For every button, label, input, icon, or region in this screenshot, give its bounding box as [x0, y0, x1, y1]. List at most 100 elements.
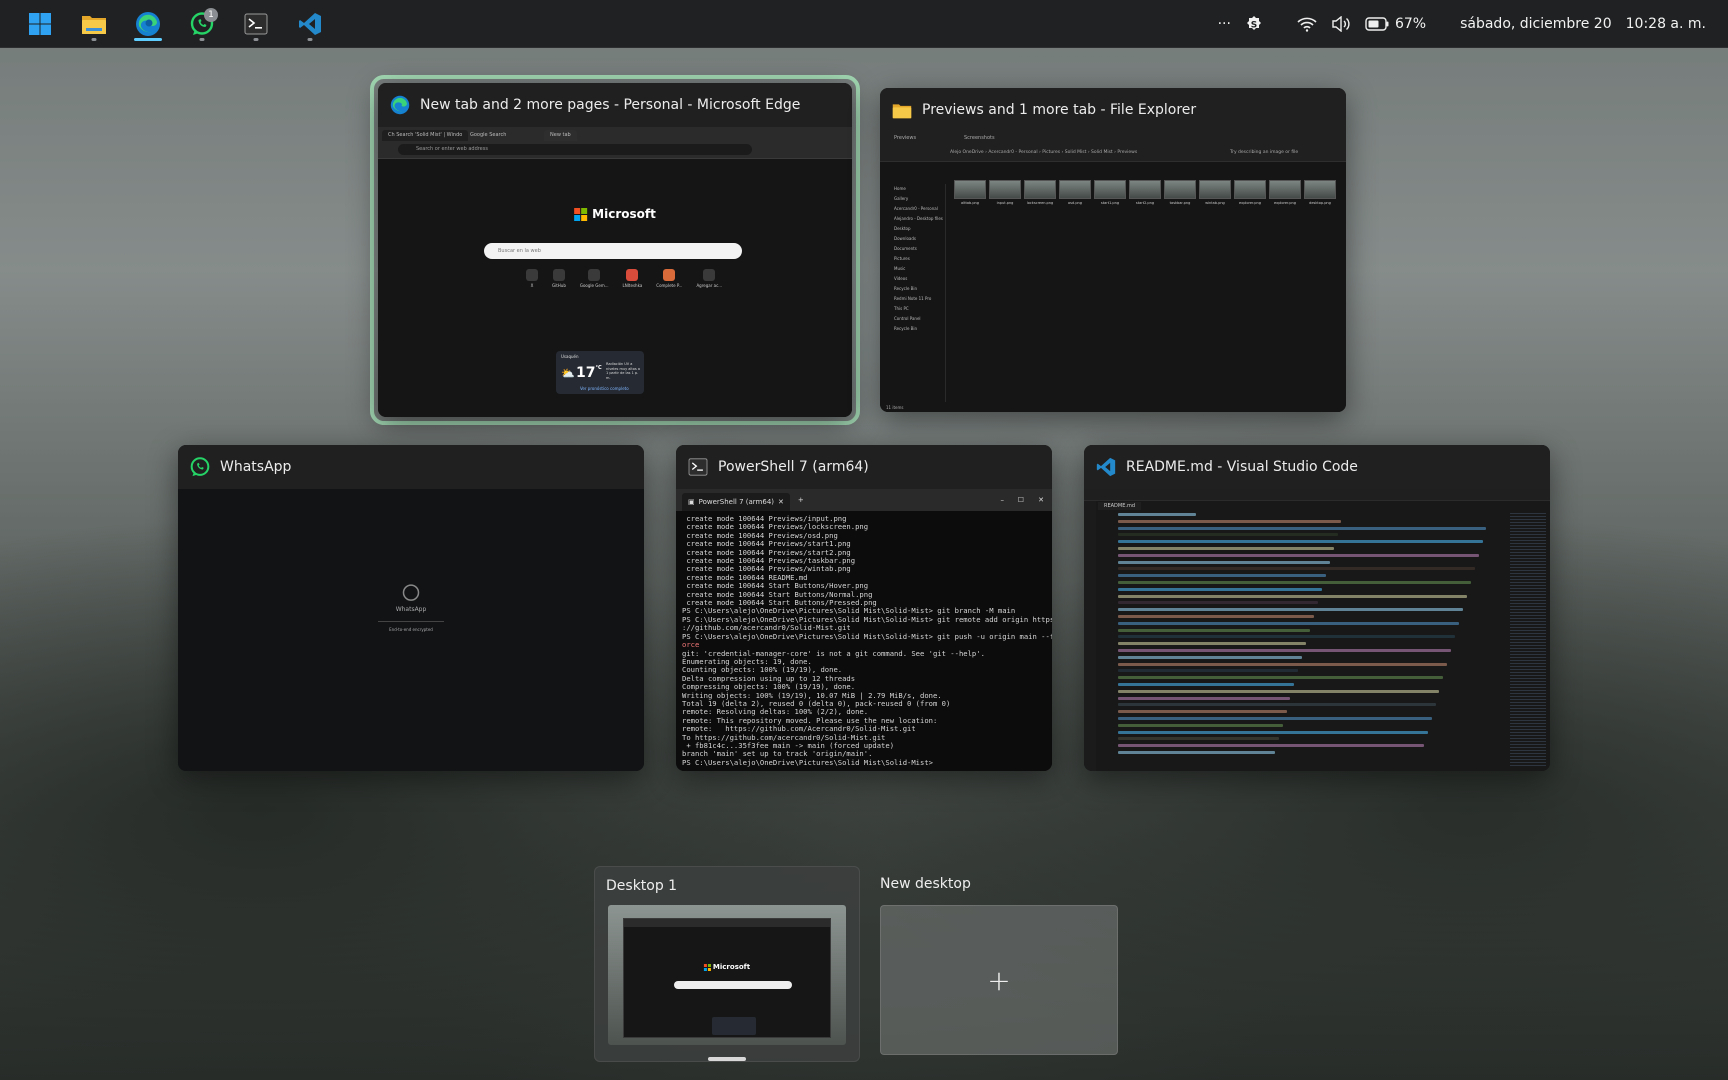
- microsoft-squares-icon: [703, 963, 711, 971]
- taskbar-vscode[interactable]: [288, 4, 332, 44]
- notification-badge: 1: [204, 7, 218, 22]
- whatsapp-icon: [190, 457, 210, 477]
- code-line: [1118, 689, 1440, 693]
- battery-percent: 67%: [1394, 15, 1427, 32]
- edge-icon: [136, 11, 160, 36]
- vscode-tab: README.md: [1098, 502, 1142, 510]
- microsoft-logo-text: Microsoft: [592, 207, 656, 221]
- whatsapp-encryption-note: End-to-end encrypted: [389, 627, 433, 632]
- code-line: [1118, 730, 1428, 734]
- code-line: [1118, 567, 1475, 571]
- card-header: Previews and 1 more tab - File Explorer: [880, 88, 1346, 132]
- code-line: [1118, 723, 1283, 727]
- edge-address-bar: Search or enter web address: [398, 144, 752, 155]
- wifi-icon[interactable]: [1297, 16, 1317, 32]
- window-card-vscode[interactable]: README.md - Visual Studio Code README.md: [1084, 445, 1550, 771]
- terminal-icon: [688, 458, 708, 476]
- microsoft-logo-text: Microsoft: [712, 963, 751, 971]
- plus-icon: +: [987, 963, 1011, 997]
- taskbar-edge[interactable]: [126, 4, 170, 44]
- folder-icon: [892, 103, 912, 118]
- window-preview: ▣ PowerShell 7 (arm64) ✕ + – ☐ ✕ create …: [676, 489, 1052, 771]
- battery-icon[interactable]: 67%: [1365, 16, 1426, 32]
- shortcut-tile: LNIteshka: [623, 269, 642, 288]
- taskbar-file-explorer[interactable]: [72, 4, 116, 44]
- code-line: [1118, 513, 1197, 516]
- code-line: [1118, 744, 1424, 748]
- folder-icon: [82, 15, 106, 34]
- window-card-powershell[interactable]: PowerShell 7 (arm64) ▣ PowerShell 7 (arm…: [676, 445, 1052, 771]
- explorer-status: 11 items: [886, 405, 904, 410]
- window-preview: Ch Search 'Solid Mist' | Windo Google Se…: [378, 127, 852, 417]
- volume-icon[interactable]: [1331, 15, 1351, 32]
- code-line: [1118, 710, 1287, 714]
- skype-icon[interactable]: S: [1245, 15, 1263, 33]
- file-thumbnail: start1.png: [1094, 180, 1126, 205]
- terminal-icon: ▣: [688, 498, 695, 506]
- desktop-1-thumbnail[interactable]: Microsoft: [608, 905, 846, 1045]
- overflow-icon[interactable]: ···: [1218, 16, 1231, 32]
- minimize-icon: –: [1000, 496, 1005, 504]
- code-line: [1118, 608, 1463, 612]
- code-line: [1118, 614, 1314, 618]
- window-card-file-explorer[interactable]: Previews and 1 more tab - File Explorer …: [880, 88, 1346, 412]
- window-preview: Previews Screenshots Alejo OneDrive › Ac…: [880, 132, 1346, 412]
- code-line: [1118, 594, 1467, 598]
- file-thumbnail: explorer.png: [1269, 180, 1301, 205]
- file-thumbnail: lockscreen.png: [1024, 180, 1056, 205]
- code-line: [1118, 587, 1322, 591]
- cloud-sun-icon: ⛅: [561, 367, 575, 380]
- code-line: [1118, 750, 1275, 754]
- terminal-icon: [244, 13, 268, 34]
- vscode-editor: [1118, 513, 1510, 771]
- explorer-search: Try describing an image or file: [1230, 150, 1299, 155]
- file-thumbnail: desktop.png: [1304, 180, 1336, 205]
- edge-icon: [390, 95, 410, 115]
- start-button[interactable]: [18, 4, 62, 44]
- weather-temp: 17°C: [576, 365, 602, 381]
- weather-note: Radiación UV a niveles muy altos a 1 par…: [606, 362, 641, 380]
- taskbar-whatsapp[interactable]: 1: [180, 4, 224, 44]
- taskbar-terminal[interactable]: [234, 4, 278, 44]
- new-tab-icon: +: [797, 496, 804, 504]
- window-card-edge[interactable]: New tab and 2 more pages - Personal - Mi…: [378, 83, 852, 417]
- vscode-icon: [299, 12, 321, 35]
- file-thumbnail: input.png: [989, 180, 1021, 205]
- window-title: Previews and 1 more tab - File Explorer: [922, 102, 1197, 118]
- weather-link: Ver pronóstico completo: [580, 386, 629, 391]
- close-icon: ✕: [778, 498, 784, 506]
- window-title: README.md - Visual Studio Code: [1126, 459, 1358, 475]
- active-desktop-indicator: [708, 1057, 746, 1061]
- window-card-whatsapp[interactable]: WhatsApp WhatsApp End-to-end encrypted: [178, 445, 644, 771]
- new-desktop-button[interactable]: +: [880, 905, 1118, 1055]
- code-line: [1118, 642, 1307, 646]
- edge-tab: Google Search: [470, 132, 507, 138]
- running-indicator: [253, 37, 259, 41]
- code-line: [1118, 635, 1456, 639]
- svg-text:S: S: [1251, 20, 1257, 30]
- whatsapp-splash: WhatsApp End-to-end encrypted: [378, 584, 444, 633]
- explorer-sidebar: Home Gallery Acercandr0 - Personal Aleja…: [880, 184, 946, 402]
- microsoft-logo: Microsoft: [574, 207, 656, 221]
- shortcut-tile: Complete P...: [656, 269, 682, 288]
- running-indicator: [199, 37, 205, 41]
- taskbar: 1 ··· S 67% sábado, diciembre 20 10:28 a…: [0, 0, 1728, 48]
- tray-time[interactable]: 10:28 a. m.: [1626, 16, 1706, 32]
- card-header: New tab and 2 more pages - Personal - Mi…: [378, 83, 852, 127]
- edge-tab: Ch Search 'Solid Mist' | Windo: [382, 130, 469, 141]
- code-line: [1118, 553, 1479, 557]
- running-indicator: [91, 37, 97, 41]
- windows-icon: [29, 12, 51, 35]
- terminal-tab: ▣ PowerShell 7 (arm64) ✕: [682, 493, 790, 511]
- weather-location: Usaquén: [561, 354, 579, 359]
- code-line: [1118, 533, 1338, 537]
- code-line: [1118, 560, 1330, 564]
- whatsapp-icon: [402, 584, 420, 601]
- tray-date[interactable]: sábado, diciembre 20: [1460, 16, 1612, 32]
- code-line: [1118, 655, 1303, 659]
- code-line: [1118, 580, 1471, 584]
- vscode-icon: [1096, 457, 1116, 477]
- code-line: [1118, 669, 1299, 673]
- explorer-file-grid: alttab.png input.png lockscreen.png osd.…: [954, 180, 1336, 205]
- code-line: [1118, 621, 1460, 625]
